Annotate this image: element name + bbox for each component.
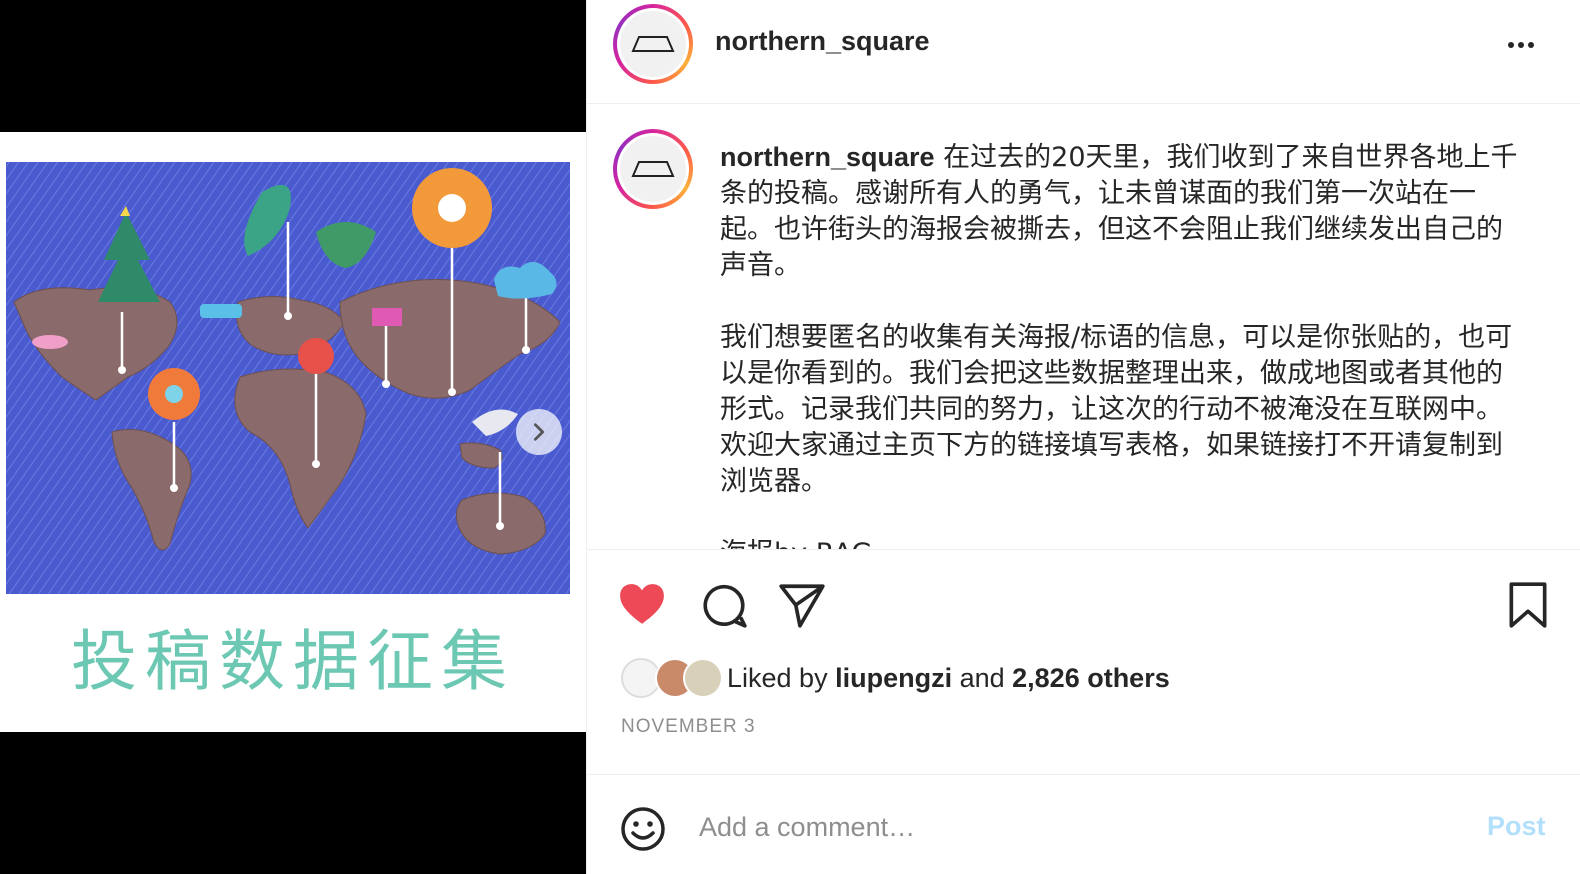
liked-by-others[interactable]: 2,826 others	[1012, 663, 1170, 693]
profile-logo-icon	[631, 36, 675, 52]
post-header: northern_square	[587, 0, 1580, 104]
more-horizontal-icon	[1508, 42, 1514, 48]
fish-icon	[32, 335, 68, 349]
profile-logo-icon	[631, 161, 675, 177]
header-username[interactable]: northern_square	[715, 26, 930, 57]
comment-bar: Post	[587, 774, 1580, 874]
liked-by-user[interactable]: liupengzi	[835, 663, 952, 693]
bookmark-icon[interactable]	[1503, 580, 1553, 630]
poster-title: 投稿数据征集	[71, 623, 515, 700]
post-date[interactable]: NOVEMBER 3	[621, 716, 756, 738]
caption-paragraph-2: 我们想要匿名的收集有关海报/标语的信息，可以是你张贴的，也可以是你看到的。我们会…	[720, 322, 1513, 497]
more-dot	[1528, 42, 1534, 48]
caption-text: northern_square 在过去的20天里，我们收到了来自世界各地上千条的…	[720, 139, 1520, 549]
caption-username[interactable]: northern_square	[720, 142, 935, 172]
likes-row: Liked by liupengzi and 2,826 others	[621, 658, 1170, 698]
caption-paragraph-3: 海报by RAG	[720, 536, 1520, 549]
comment-icon[interactable]	[699, 580, 749, 630]
liked-by-text: Liked by liupengzi and 2,826 others	[727, 663, 1170, 694]
red-flower-icon	[298, 338, 334, 374]
next-image-button[interactable]	[516, 409, 562, 455]
caption-avatar[interactable]	[613, 129, 693, 209]
liked-by-middle: and	[952, 662, 1013, 693]
heart-filled-icon[interactable]	[617, 580, 667, 630]
comment-input[interactable]	[699, 805, 1459, 849]
tetris-icon	[372, 308, 402, 326]
bus-icon	[200, 304, 242, 318]
post-panel: northern_square northern_square 在过去的20天里…	[586, 0, 1580, 874]
post-comment-button[interactable]: Post	[1487, 811, 1546, 842]
caption-section: northern_square 在过去的20天里，我们收到了来自世界各地上千条的…	[587, 105, 1580, 549]
avatar	[683, 658, 723, 698]
liker-avatars[interactable]	[621, 658, 725, 698]
more-dot	[1518, 42, 1524, 48]
more-options-button[interactable]	[1501, 30, 1541, 60]
action-bar: Liked by liupengzi and 2,826 others NOVE…	[587, 549, 1580, 774]
liked-by-prefix: Liked by	[727, 662, 836, 693]
chevron-right-icon	[533, 423, 545, 441]
post-media: 投稿数据征集	[0, 0, 586, 874]
header-avatar[interactable]	[613, 4, 693, 84]
poster-image: 投稿数据征集	[0, 132, 586, 732]
smiley-icon[interactable]	[619, 805, 667, 853]
send-icon[interactable]	[777, 580, 827, 630]
sun-flower-icon	[412, 168, 492, 248]
